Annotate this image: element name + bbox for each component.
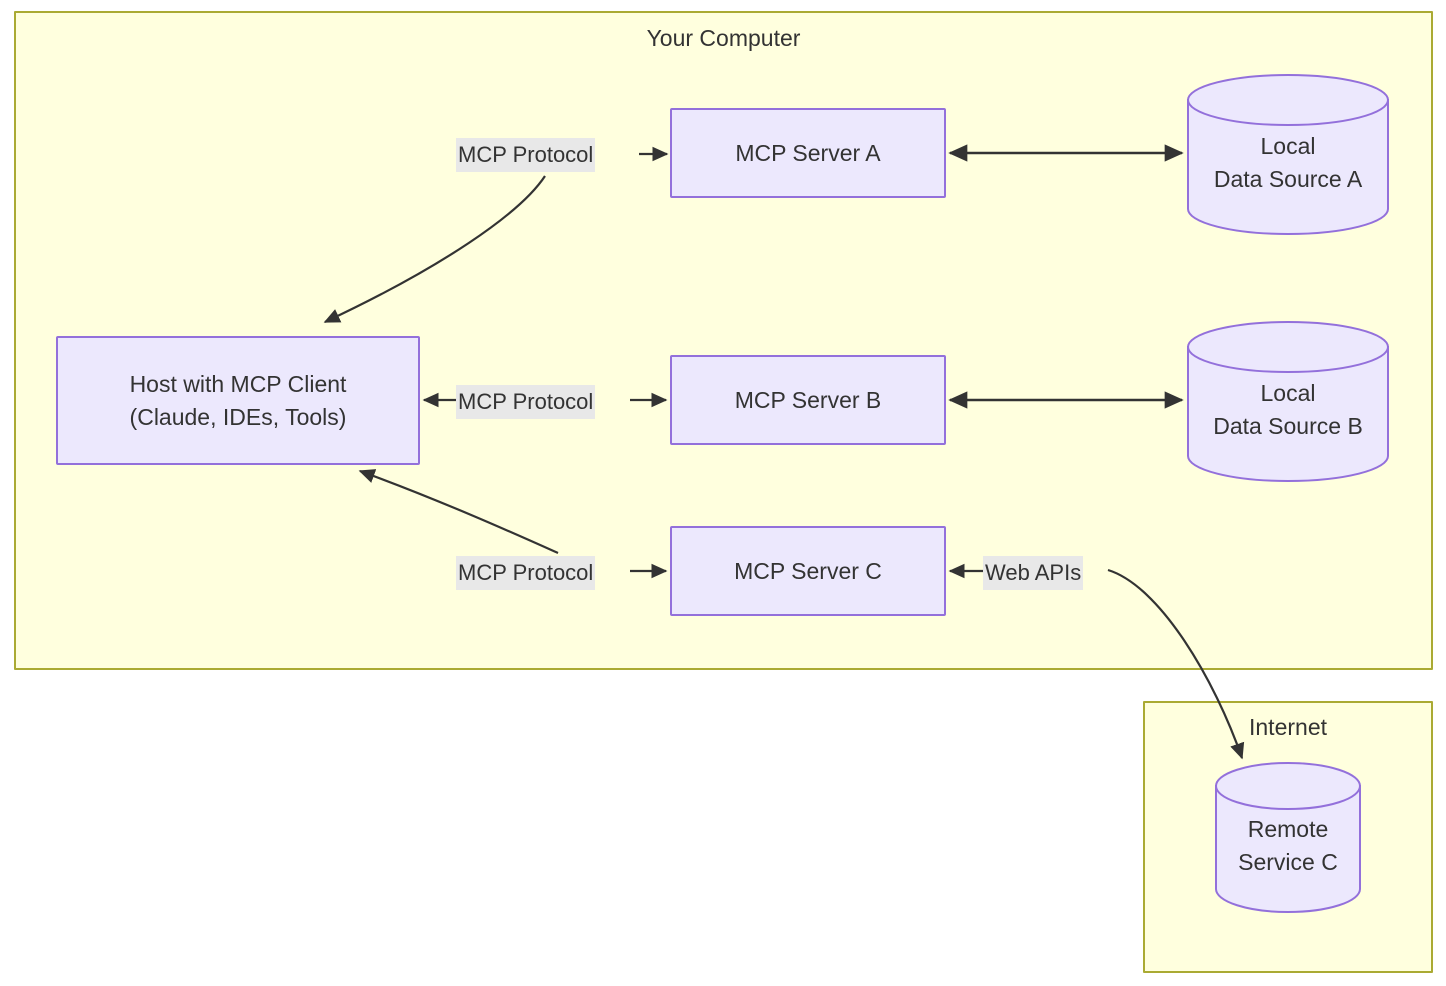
mcp-architecture-diagram: Your Computer Internet Host with MCP Cli… [0,0,1446,986]
node-mcp-server-a-label: MCP Server A [735,139,881,166]
node-local-data-source-b[interactable]: Local Data Source B [1186,320,1390,483]
node-host-line1: Host with MCP Client [129,370,347,397]
node-remote-service-c-line2: Service C [1238,849,1338,875]
node-host-line2: (Claude, IDEs, Tools) [129,403,347,430]
cluster-internet-label: Internet [1249,714,1327,740]
cluster-your-computer-label: Your Computer [646,25,801,51]
node-remote-service-c-line1: Remote [1247,816,1329,843]
edge-label-mcp-protocol-c: MCP Protocol [456,556,596,590]
edge-label-mcp-protocol-a: MCP Protocol [456,138,596,172]
edge-label-web-apis: Web APIs [983,556,1084,590]
node-local-data-source-b-line1: Local [1260,380,1316,407]
node-mcp-server-c[interactable]: MCP Server C [670,526,946,616]
node-local-data-source-b-line2: Data Source B [1213,413,1363,439]
node-host-with-mcp-client[interactable]: Host with MCP Client (Claude, IDEs, Tool… [56,336,420,465]
node-mcp-server-b-label: MCP Server B [734,386,882,413]
node-local-data-source-a-line2: Data Source A [1213,166,1363,192]
node-remote-service-c[interactable]: Remote Service C [1214,762,1362,914]
node-local-data-source-a[interactable]: Local Data Source A [1186,73,1390,236]
node-mcp-server-b[interactable]: MCP Server B [670,355,946,445]
node-local-data-source-a-line1: Local [1260,133,1316,160]
edge-label-mcp-protocol-b: MCP Protocol [456,385,596,419]
node-mcp-server-c-label: MCP Server C [734,557,882,584]
node-mcp-server-a[interactable]: MCP Server A [670,108,946,198]
